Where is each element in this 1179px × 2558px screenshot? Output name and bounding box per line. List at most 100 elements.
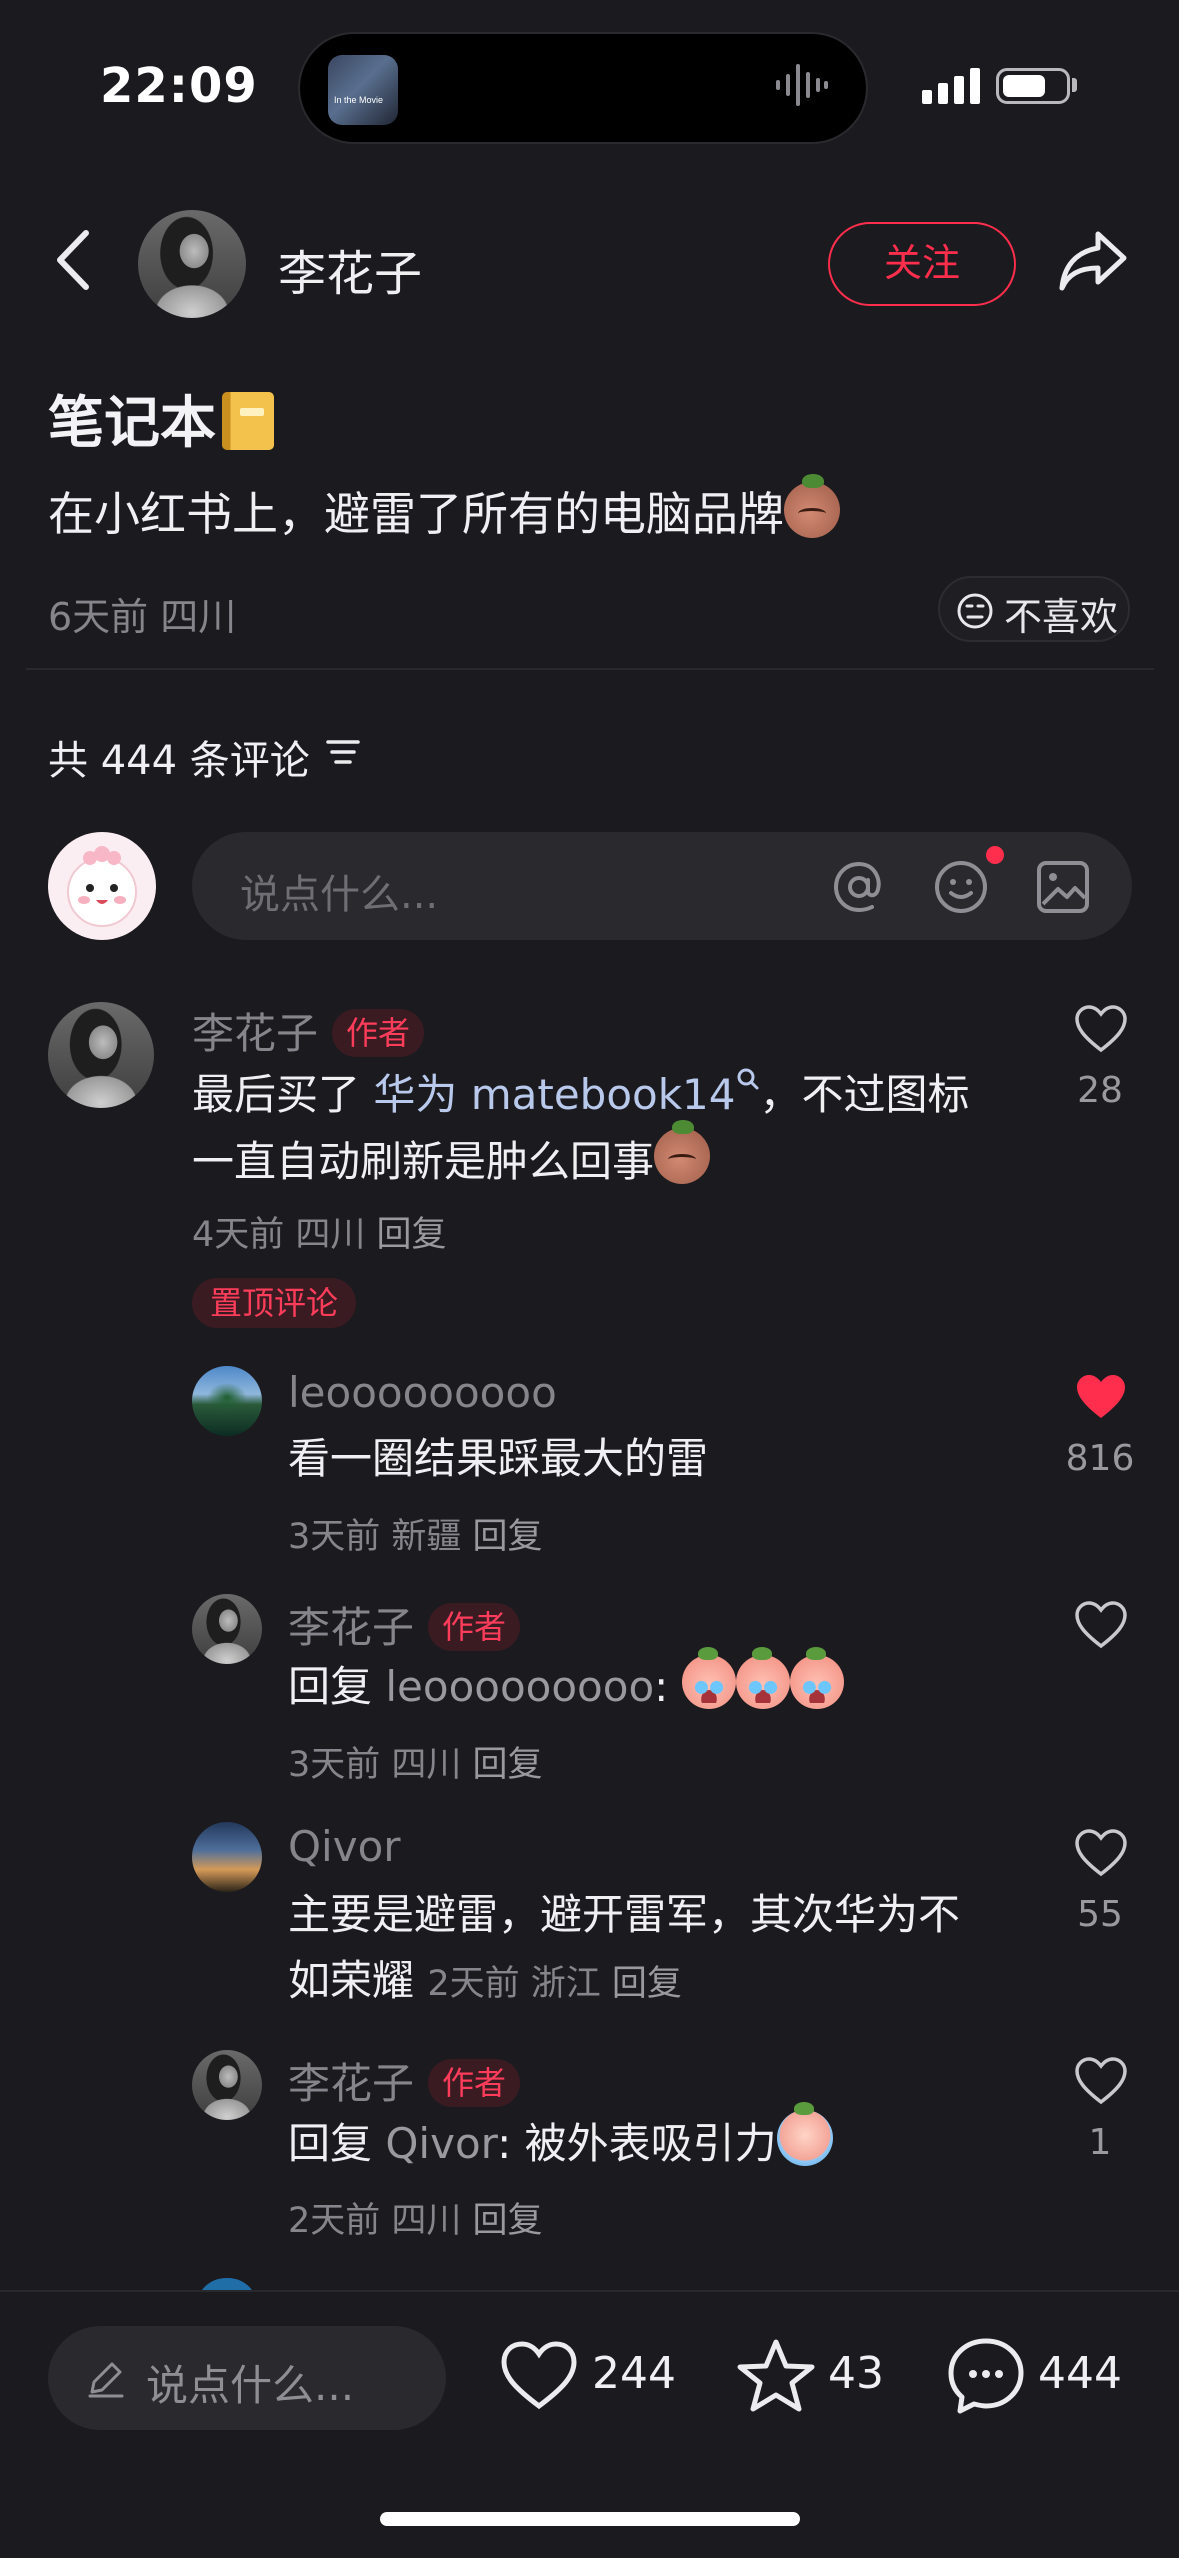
star-collect-icon[interactable] [736,2338,816,2414]
comment-username[interactable]: 李花子 作者 [192,1000,425,1061]
follow-button[interactable]: 关注 [828,222,1016,306]
reply-text: 主要是避雷，避开雷军，其次华为不 如荣耀 2天前 浙江 回复 [288,1882,1028,2017]
reply-mention[interactable]: Qivor [385,2119,497,2168]
reply-meta: 3天前 四川 回复 [288,1736,543,1787]
image-icon[interactable] [1034,858,1092,916]
reply-button[interactable]: 回复 [473,1517,543,1557]
like-count: 28 [1077,1070,1123,1111]
like-heart-icon[interactable] [1074,1004,1128,1054]
search-link-icon [737,1068,758,1090]
dizzy-face-emoji-icon [654,1120,711,1184]
reply-button[interactable]: 回复 [377,1215,447,1255]
comment-text: 最后买了 华为 matebook14 ，不过图标 一直自动刷新是肿么回事 [192,1062,1052,1195]
reply-meta: 3天前 新疆 回复 [288,1508,543,1559]
bottom-comment-input[interactable]: 说点什么... [48,2326,446,2430]
comment-bubble-icon[interactable] [946,2336,1026,2416]
like-heart-icon[interactable] [1074,2056,1128,2106]
reply-button[interactable]: 回复 [473,2201,543,2241]
reply-text-part: 如荣耀 [288,1956,415,2005]
like-count: 816 [1065,1438,1135,1479]
reply-time-location: 3天前 新疆 [288,1517,473,1557]
like-count: 1 [1088,2122,1112,2163]
reply-username[interactable]: 李花子 作者 [288,2050,521,2111]
reply-time-location: 2天前 四川 [288,2201,473,2241]
reply-avatar[interactable] [192,1594,262,1664]
reply-username[interactable]: 李花子 作者 [288,1594,521,1655]
cute-mascot-avatar-icon [67,846,137,927]
author-tag: 作者 [428,2059,521,2107]
share-icon[interactable] [1058,228,1130,294]
author-tag: 作者 [332,1009,425,1057]
anxious-face-emoji-icon [776,2102,833,2166]
author-tag: 作者 [428,1603,521,1651]
like-count: 55 [1077,1894,1123,1935]
author-name[interactable]: 李花子 [278,234,422,304]
comment-text-part: 最后买了 [192,1070,374,1119]
back-arrow-icon[interactable] [50,225,100,295]
reply-text: 看一圈结果踩最大的雷 [288,1434,709,1483]
reply-avatar[interactable] [192,1822,262,1892]
meh-face-icon [957,593,993,629]
reply-username-text: 李花子 [288,1603,415,1652]
reply-text: 回复 leooooooooo: [288,1647,844,1720]
like-heart-icon[interactable] [500,2340,578,2412]
note-meta: 6天前 四川 [48,595,237,639]
comment-username-text: 李花子 [192,1009,319,1058]
pinned-comment-badge: 置顶评论 [192,1278,357,1328]
reply-username[interactable]: leooooooooo [288,1368,557,1417]
crying-face-emoji-icon [789,1647,844,1709]
reply-meta: 2天前 四川 回复 [288,2192,543,2243]
reply-meta: 2天前 浙江 回复 [427,1964,682,2004]
note-title: 笔记本 [48,378,274,459]
battery-icon [996,68,1070,104]
reply-prefix: 回复 [288,2119,386,2168]
comment-meta: 4天前 四川 回复 [192,1206,447,1257]
likes-count: 244 [592,2348,676,2399]
dizzy-face-emoji-icon [784,474,840,538]
audio-wave-icon [776,64,828,106]
note-title-text: 笔记本 [48,391,216,456]
reply-time-location: 2天前 浙江 [427,1964,612,2004]
reply-text: 回复 Qivor: 被外表吸引力 [288,2102,833,2177]
reply-text-part: 主要是避雷，避开雷军，其次华为不 [288,1890,961,1939]
emoji-icon[interactable] [932,858,990,916]
product-link[interactable]: 华为 matebook14 [373,1070,735,1119]
notebook-emoji-icon [222,392,274,450]
now-playing-art-text: In the Movie [334,95,384,105]
reply-time-location: 3天前 四川 [288,1745,473,1785]
battery-tip [1072,78,1077,92]
reply-avatar[interactable] [192,1366,262,1436]
crying-face-emoji-icon [735,1647,790,1709]
my-avatar[interactable] [48,832,156,940]
like-heart-filled-icon[interactable] [1074,1372,1128,1422]
emoji-notification-dot [986,846,1004,864]
home-indicator[interactable] [380,2512,800,2526]
sort-filter-icon[interactable] [326,738,362,768]
like-heart-icon[interactable] [1074,1600,1128,1650]
crying-face-emoji-icon [681,1647,736,1709]
like-heart-icon[interactable] [1074,1828,1128,1878]
reply-prefix: 回复 [288,1662,386,1711]
divider [26,668,1154,670]
status-time: 22:09 [100,58,258,114]
comment-avatar[interactable] [48,1002,154,1108]
comment-text-part: ，不过图标 [759,1070,970,1119]
author-avatar[interactable] [138,210,246,318]
reply-avatar[interactable] [192,2050,262,2120]
cellular-signal-icon [922,68,980,104]
reply-mention[interactable]: leooooooooo [385,1662,654,1711]
comment-text-part: 一直自动刷新是肿么回事 [192,1137,655,1186]
reply-button[interactable]: 回复 [612,1964,682,2004]
bottom-input-placeholder: 说点什么... [146,2361,355,2410]
reply-text-part: : [654,1662,682,1711]
reply-username[interactable]: Qivor [288,1822,401,1871]
pencil-icon [88,2362,124,2398]
now-playing-artwork[interactable]: In the Movie [328,55,398,125]
reply-button[interactable]: 回复 [473,1745,543,1785]
mention-at-icon[interactable] [830,858,888,916]
note-body: 在小红书上，避雷了所有的电脑品牌 [48,474,840,544]
dislike-label: 不喜欢 [1004,595,1119,639]
collects-count: 43 [828,2348,884,2399]
dislike-button[interactable]: 不喜欢 [938,576,1130,642]
comment-input[interactable]: 说点什么... [192,832,1132,940]
